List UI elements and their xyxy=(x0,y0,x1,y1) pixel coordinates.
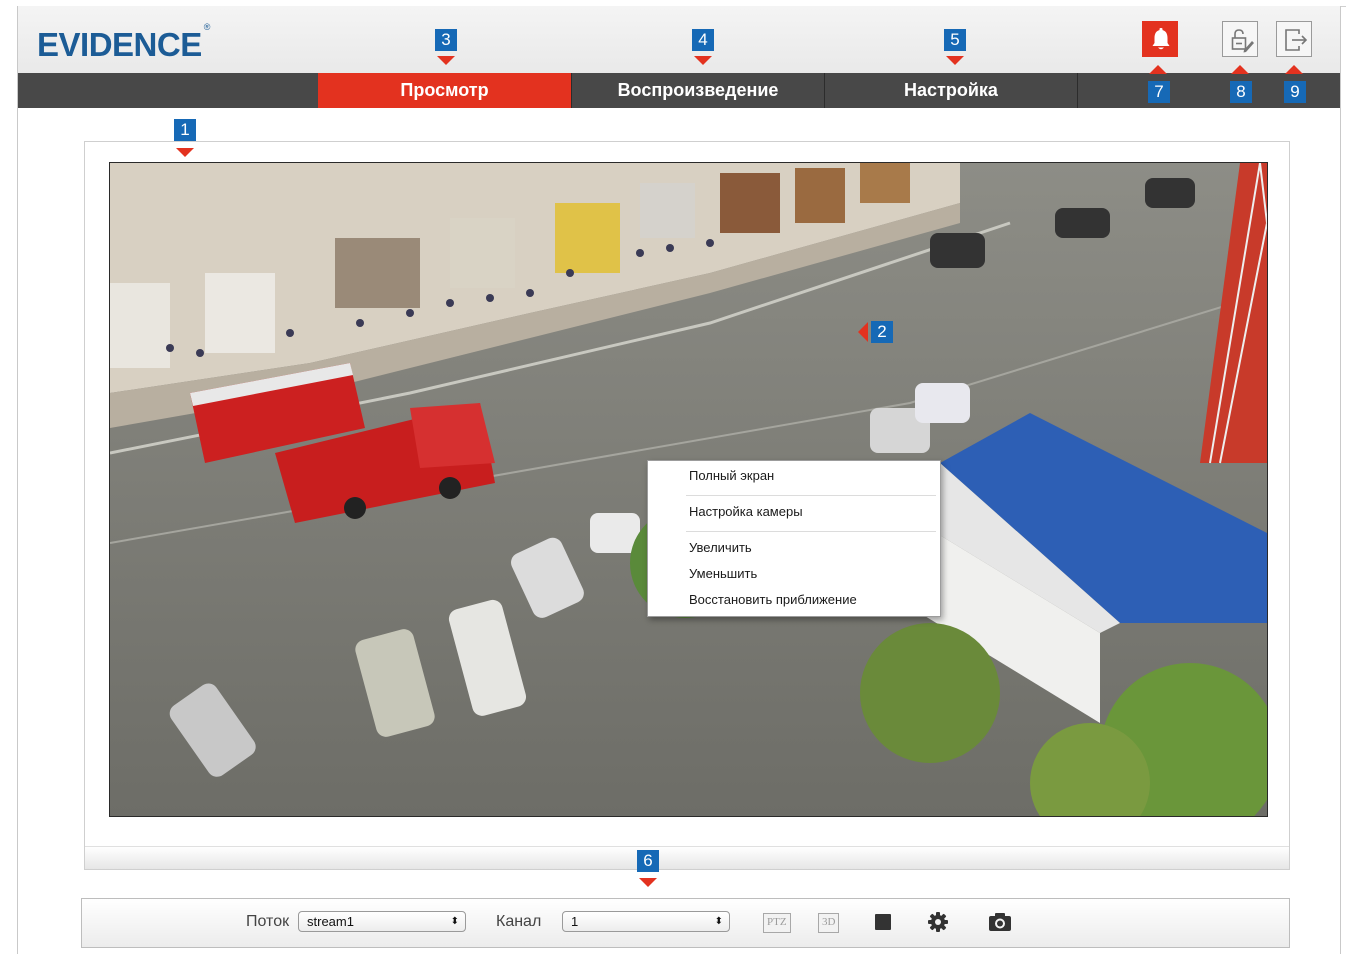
logout-icon xyxy=(1285,29,1308,51)
callout-marker-9: 9 xyxy=(1284,81,1306,103)
callout-marker-8: 8 xyxy=(1230,81,1252,103)
menu-item-zoom-in[interactable]: Увеличить xyxy=(689,538,752,558)
registered-mark: ® xyxy=(203,22,211,32)
select-arrows-icon: ⬍ xyxy=(714,916,723,927)
context-menu: Полный экран Настройка камеры Увеличить … xyxy=(647,460,941,617)
menu-item-reset-zoom[interactable]: Восстановить приближение xyxy=(689,590,857,610)
callout-pointer xyxy=(639,878,657,887)
stop-icon xyxy=(875,914,891,930)
callout-pointer xyxy=(946,56,964,65)
stream-select-value: stream1 xyxy=(307,914,354,929)
alarm-button[interactable] xyxy=(1142,21,1178,57)
callout-pointer xyxy=(437,56,455,65)
menu-item-camera-settings[interactable]: Настройка камеры xyxy=(689,502,803,522)
tab-live-view[interactable]: Просмотр xyxy=(318,73,571,108)
callout-marker-5: 5 xyxy=(944,29,966,51)
channel-label: Канал xyxy=(496,913,542,930)
gear-icon xyxy=(928,912,948,932)
page: EVIDENCE ® Просмотр Воспроизведение Наст… xyxy=(0,0,1346,954)
callout-marker-4: 4 xyxy=(692,29,714,51)
logout-button[interactable] xyxy=(1276,21,1312,57)
callout-marker-1: 1 xyxy=(174,119,196,141)
callout-pointer xyxy=(1149,65,1167,74)
settings-button[interactable] xyxy=(927,911,949,933)
channel-select-value: 1 xyxy=(571,914,579,929)
edit-password-icon xyxy=(1231,29,1254,53)
web-app: EVIDENCE ® Просмотр Воспроизведение Наст… xyxy=(17,6,1341,954)
tab-playback[interactable]: Воспроизведение xyxy=(572,73,824,108)
brand-logo: EVIDENCE ® xyxy=(37,22,210,64)
callout-pointer xyxy=(1285,65,1303,74)
main-navigation: Просмотр Воспроизведение Настройка xyxy=(18,73,1340,108)
alarm-bell-icon xyxy=(1152,28,1170,50)
camera-icon xyxy=(989,913,1011,931)
logo-text: EVIDENCE xyxy=(37,26,202,63)
callout-marker-7: 7 xyxy=(1148,81,1170,103)
tab-settings[interactable]: Настройка xyxy=(825,73,1077,108)
3d-button[interactable]: 3D xyxy=(818,913,840,933)
stop-button[interactable] xyxy=(874,913,892,931)
select-arrows-icon: ⬍ xyxy=(450,916,459,927)
callout-marker-2: 2 xyxy=(871,321,893,343)
callout-pointer xyxy=(176,148,194,157)
callout-marker-3: 3 xyxy=(435,29,457,51)
snapshot-button[interactable] xyxy=(988,912,1012,932)
change-password-button[interactable] xyxy=(1222,21,1258,57)
callout-pointer xyxy=(1231,65,1249,74)
video-viewer: Полный экран Настройка камеры Увеличить … xyxy=(84,141,1290,870)
callout-pointer xyxy=(694,56,712,65)
channel-select[interactable]: 1 ⬍ xyxy=(562,911,730,932)
viewer-footer-strip xyxy=(85,846,1289,869)
menu-item-zoom-out[interactable]: Уменьшить xyxy=(689,564,757,584)
nav-divider xyxy=(1077,73,1078,108)
stream-select[interactable]: stream1 ⬍ xyxy=(298,911,466,932)
menu-divider xyxy=(686,531,936,532)
menu-item-fullscreen[interactable]: Полный экран xyxy=(689,466,774,486)
stream-label: Поток xyxy=(246,913,290,930)
live-video-frame[interactable]: Полный экран Настройка камеры Увеличить … xyxy=(109,162,1268,817)
header: EVIDENCE ® xyxy=(18,6,1340,73)
callout-marker-6: 6 xyxy=(637,850,659,872)
ptz-button[interactable]: PTZ xyxy=(763,913,791,933)
menu-divider xyxy=(686,495,936,496)
video-control-bar: Поток stream1 ⬍ Канал 1 ⬍ PTZ 3D xyxy=(81,898,1290,948)
callout-pointer xyxy=(858,322,868,342)
